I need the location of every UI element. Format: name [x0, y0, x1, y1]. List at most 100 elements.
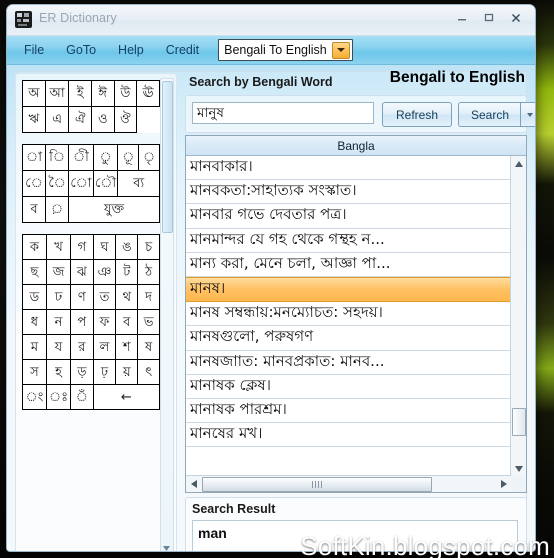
- search-input[interactable]: মানুষ: [192, 102, 374, 124]
- key-vowel-1-4[interactable]: ঔ: [113, 106, 138, 133]
- key-consonant-6-0[interactable]: ং: [22, 384, 47, 410]
- key-consonant-2-3[interactable]: ত: [92, 284, 117, 310]
- vertical-scroll-thumb[interactable]: [512, 408, 526, 436]
- list-item[interactable]: মানাষক পারশ্রম।: [186, 399, 511, 424]
- list-horizontal-scrollbar[interactable]: [186, 475, 511, 492]
- close-button[interactable]: [503, 8, 529, 28]
- key-consonant-0-4[interactable]: ঙ: [115, 234, 139, 260]
- key-sign-1-0[interactable]: ে: [21, 170, 47, 197]
- key-consonant-0-5[interactable]: চ: [137, 234, 160, 260]
- chevron-down-icon[interactable]: [331, 41, 350, 59]
- key-consonant-5-4[interactable]: য়: [115, 359, 139, 385]
- key-vowel-0-2[interactable]: ই: [68, 80, 93, 107]
- key-vowel-1-3[interactable]: ও: [91, 106, 115, 133]
- horizontal-scroll-thumb[interactable]: [202, 476, 432, 492]
- key-consonant-2-0[interactable]: ড: [22, 284, 47, 310]
- key-consonant-5-0[interactable]: স: [22, 359, 47, 385]
- key-consonant-3-1[interactable]: ন: [45, 309, 72, 335]
- key-consonant-4-0[interactable]: ম: [22, 334, 47, 360]
- key-sign-0-2[interactable]: ী: [68, 144, 94, 171]
- menu-item-file[interactable]: File: [13, 40, 55, 60]
- list-item[interactable]: মানমান্দর যে গহ থেকে গম্থহ ন...: [186, 229, 511, 253]
- menu-item-help[interactable]: Help: [107, 40, 155, 60]
- search-button[interactable]: Search: [458, 102, 521, 127]
- key-vowel-1-0[interactable]: ঋ: [22, 106, 46, 133]
- key-vowel-0-0[interactable]: অ: [22, 80, 46, 107]
- key-consonant-4-4[interactable]: শ: [115, 334, 139, 360]
- key-vowel-1-1[interactable]: এ: [44, 106, 70, 133]
- scroll-down-icon[interactable]: [511, 461, 526, 476]
- key-consonant-3-4[interactable]: ব: [115, 309, 139, 335]
- list-item[interactable]: মান্য করা, মেনে চলা, আজ্ঞা পা...: [186, 253, 511, 277]
- title-bar[interactable]: ER Dictionary: [7, 5, 535, 36]
- search-result-value[interactable]: man: [192, 520, 518, 551]
- key-consonant-1-5[interactable]: ঠ: [137, 259, 160, 285]
- key-sign-2-2[interactable]: যুক্ত: [68, 196, 160, 223]
- key-consonant-4-1[interactable]: য: [45, 334, 72, 360]
- key-consonant-3-0[interactable]: ধ: [22, 309, 47, 335]
- scroll-up-icon[interactable]: [511, 156, 526, 171]
- key-consonant-1-2[interactable]: ঝ: [70, 259, 94, 285]
- menu-item-credit[interactable]: Credit: [155, 40, 210, 60]
- key-vowel-0-4[interactable]: উ: [113, 80, 138, 107]
- keyboard-scrollbar[interactable]: [160, 78, 174, 551]
- key-vowel-0-1[interactable]: আ: [44, 80, 70, 107]
- key-sign-0-5[interactable]: ৃ: [138, 144, 160, 171]
- key-sign-1-1[interactable]: ৈ: [45, 170, 70, 197]
- key-consonant-6-1[interactable]: ঃ: [45, 384, 72, 410]
- key-consonant-5-5[interactable]: ৎ: [137, 359, 160, 385]
- list-item[interactable]: মানবকতা:সাহাত্যক সংস্কাত।: [186, 180, 511, 205]
- key-sign-1-4[interactable]: ব্য: [117, 170, 160, 197]
- key-consonant-5-3[interactable]: ঢ়: [92, 359, 117, 385]
- key-consonant-4-3[interactable]: ল: [92, 334, 117, 360]
- key-consonant-4-2[interactable]: র: [70, 334, 94, 360]
- key-consonant-3-5[interactable]: ভ: [137, 309, 160, 335]
- key-consonant-5-1[interactable]: হ: [45, 359, 72, 385]
- key-consonant-6-3[interactable]: ←: [92, 384, 161, 410]
- key-consonant-5-2[interactable]: ড়: [70, 359, 94, 385]
- key-consonant-1-4[interactable]: ট: [115, 259, 139, 285]
- key-sign-0-1[interactable]: ি: [45, 144, 70, 171]
- key-sign-2-0[interactable]: ব: [21, 196, 47, 223]
- minimize-button[interactable]: [449, 8, 475, 28]
- list-item[interactable]: মানষ সম্বন্ধায়:মনম্যোচত: সহদয়।: [186, 302, 511, 327]
- key-vowel-1-2[interactable]: ঐ: [68, 106, 93, 133]
- scroll-right-icon[interactable]: [496, 477, 511, 492]
- key-sign-1-2[interactable]: ো: [68, 170, 94, 197]
- search-dropdown-button[interactable]: [520, 102, 535, 127]
- key-consonant-2-4[interactable]: থ: [115, 284, 139, 310]
- key-consonant-2-2[interactable]: ণ: [70, 284, 94, 310]
- list-item[interactable]: মানষগুলো, পরুষগণ: [186, 326, 511, 351]
- list-item[interactable]: মানষের মখ।: [186, 423, 511, 448]
- language-direction-dropdown[interactable]: Bengali To English: [218, 39, 353, 61]
- refresh-button[interactable]: Refresh: [382, 102, 452, 127]
- key-consonant-2-1[interactable]: ঢ: [45, 284, 72, 310]
- key-consonant-1-0[interactable]: ছ: [22, 259, 47, 285]
- key-sign-1-3[interactable]: ৌ: [92, 170, 119, 197]
- maximize-button[interactable]: [476, 8, 502, 28]
- list-item[interactable]: মানবার গভে দেবতার পত্র।: [186, 204, 511, 229]
- menu-item-goto[interactable]: GoTo: [55, 40, 107, 60]
- list-item[interactable]: মানষজাাত: মানবপ্রকাত: মানব...: [186, 351, 511, 375]
- list-item[interactable]: মানবাকার।: [186, 156, 511, 181]
- key-consonant-0-2[interactable]: গ: [70, 234, 94, 260]
- list-vertical-scrollbar[interactable]: [510, 156, 526, 476]
- list-item[interactable]: মানাষক ক্লেষ।: [186, 375, 511, 399]
- scroll-down-icon[interactable]: [162, 544, 171, 551]
- key-consonant-0-1[interactable]: খ: [45, 234, 72, 260]
- key-consonant-0-3[interactable]: ঘ: [92, 234, 117, 260]
- key-sign-0-4[interactable]: ূ: [117, 144, 140, 171]
- key-consonant-2-5[interactable]: দ: [137, 284, 160, 310]
- key-vowel-0-3[interactable]: ঈ: [91, 80, 115, 107]
- scroll-left-icon[interactable]: [186, 477, 201, 492]
- key-consonant-1-3[interactable]: ঞ: [92, 259, 117, 285]
- key-consonant-3-2[interactable]: প: [70, 309, 94, 335]
- key-sign-2-1[interactable]: ়: [45, 196, 70, 223]
- key-consonant-1-1[interactable]: জ: [45, 259, 72, 285]
- key-vowel-0-5[interactable]: ঊ: [136, 80, 160, 107]
- column-header-bangla[interactable]: Bangla: [186, 136, 526, 156]
- key-sign-0-3[interactable]: ু: [92, 144, 119, 171]
- keyboard-scroll-thumb[interactable]: [162, 81, 173, 233]
- key-consonant-3-3[interactable]: ফ: [92, 309, 117, 335]
- key-consonant-4-5[interactable]: ষ: [137, 334, 160, 360]
